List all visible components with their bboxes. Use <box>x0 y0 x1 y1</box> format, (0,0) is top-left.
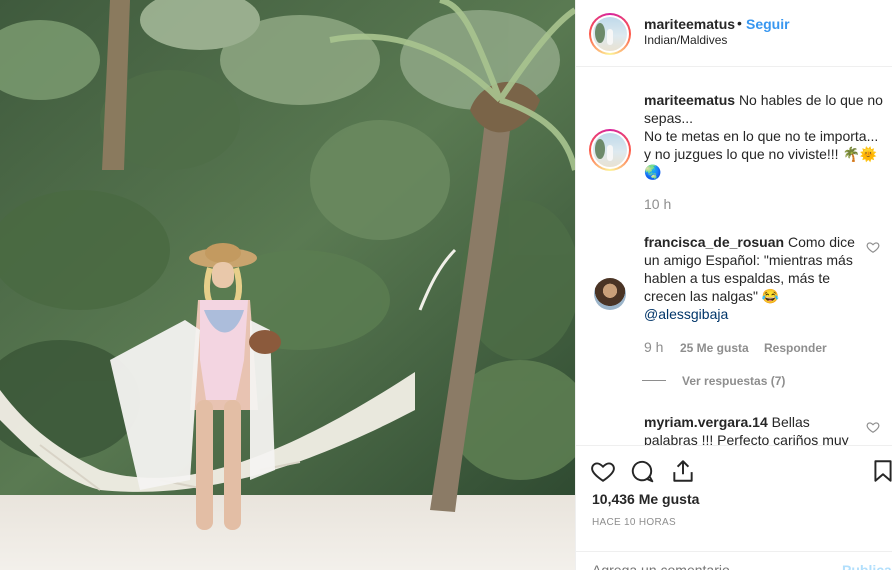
post-header: mariteematus • Seguir Indian/Maldives <box>576 0 892 67</box>
beach-hammock-photo <box>0 0 575 570</box>
comment-icon[interactable] <box>629 458 655 484</box>
share-icon[interactable] <box>670 458 696 484</box>
post-sidebar: mariteematus • Seguir Indian/Maldives ma… <box>575 0 892 570</box>
comment-2-line-1: myriam.vergara.14 Bellas <box>644 414 810 430</box>
caption-line-3: No te metas en lo que no te importa... <box>644 128 879 144</box>
comments-section[interactable]: mariteematus No hables de lo que no sepa… <box>576 67 892 445</box>
follow-button[interactable]: Seguir <box>746 16 790 32</box>
comment-2-username[interactable]: myriam.vergara.14 <box>644 414 768 430</box>
view-replies-button[interactable]: Ver respuestas (7) <box>682 374 785 388</box>
author-username[interactable]: mariteematus <box>644 16 735 32</box>
comment-like-heart-icon[interactable] <box>866 240 880 254</box>
reply-button[interactable]: Responder <box>764 341 827 355</box>
mention-link[interactable]: @alessgibaja <box>644 305 728 323</box>
comment-2-like-heart-icon[interactable] <box>866 420 880 434</box>
caption-line-5: 🌏 <box>644 164 662 180</box>
comment-line-4: crecen las nalgas" 😂 <box>644 288 780 304</box>
add-comment-bar: Publicar <box>576 551 892 570</box>
avatar-image <box>593 17 627 51</box>
instagram-post: mariteematus • Seguir Indian/Maldives ma… <box>0 0 892 570</box>
caption-avatar[interactable] <box>589 129 631 171</box>
comment-line-1: francisca_de_rosuan Como dice <box>644 234 855 250</box>
caption-username[interactable]: mariteematus <box>644 92 735 108</box>
post-photo[interactable] <box>0 0 575 570</box>
author-avatar[interactable] <box>589 13 631 55</box>
avatar-image <box>593 133 627 167</box>
caption-line-2: sepas... <box>644 110 694 126</box>
comment-username[interactable]: francisca_de_rosuan <box>644 234 784 250</box>
comment-line-3: hablen a tus espaldas, más te <box>644 270 831 286</box>
comment-line-2: un amigo Español: "mientras más <box>644 252 853 268</box>
caption-line-4: y no juzgues lo que no viviste!!! 🌴🌞 <box>644 146 878 162</box>
heart-icon[interactable] <box>590 458 616 484</box>
comment-time[interactable]: 9 h <box>644 339 663 355</box>
comment-likes[interactable]: 25 Me gusta <box>680 341 749 355</box>
post-actions: 10,436 Me gusta Hace 10 horas Publicar <box>576 445 892 570</box>
bookmark-icon[interactable] <box>870 458 892 484</box>
separator-dot: • <box>737 15 742 31</box>
caption-line-1: mariteematus No hables de lo que no <box>644 92 883 108</box>
view-replies-line <box>642 380 666 381</box>
comment-2-line-2: palabras !!! Perfecto cariños muy <box>644 432 849 445</box>
likes-count[interactable]: 10,436 Me gusta <box>592 491 699 507</box>
commenter-avatar[interactable] <box>594 278 626 310</box>
comment-input[interactable] <box>592 562 812 570</box>
location-link[interactable]: Indian/Maldives <box>644 33 727 47</box>
publish-button[interactable]: Publicar <box>842 562 892 570</box>
posted-time[interactable]: Hace 10 horas <box>592 517 676 528</box>
caption-time[interactable]: 10 h <box>644 196 671 212</box>
